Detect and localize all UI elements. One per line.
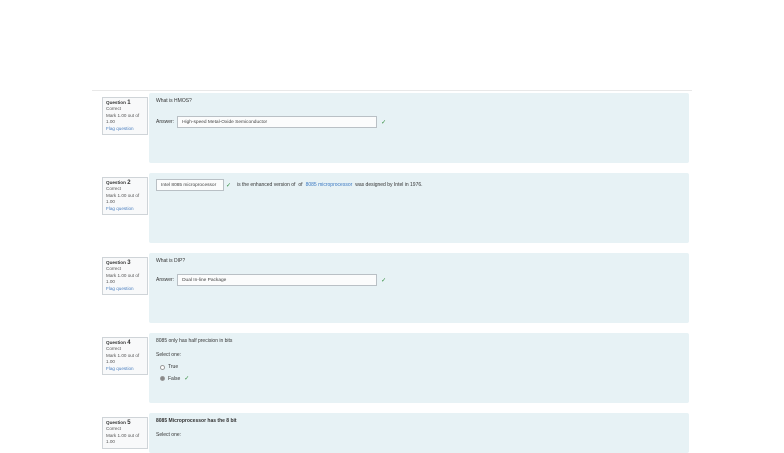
question-mark: Mark 1.00 out of 1.00 xyxy=(106,432,140,445)
question-info-3: Question 3 Correct Mark 1.00 out of 1.00… xyxy=(102,257,148,296)
question-1: Question 1 Correct Mark 1.00 out of 1.00… xyxy=(92,93,692,165)
question-content-4: 8085 only has half precision in bits Sel… xyxy=(149,333,689,403)
flag-question-link[interactable]: Flag question xyxy=(106,126,144,132)
correct-check-icon: ✓ xyxy=(381,119,387,126)
question-prompt: 8085 only has half precision in bits xyxy=(156,338,233,344)
select-one-label: Select one: xyxy=(156,352,182,358)
correct-check-icon: ✓ xyxy=(226,182,232,189)
flag-question-link[interactable]: Flag question xyxy=(106,286,144,292)
answer-input[interactable]: High-speed Metal-Oxide Semiconductor xyxy=(177,116,378,128)
quiz-review-page: Question 1 Correct Mark 1.00 out of 1.00… xyxy=(92,90,692,453)
question-info-1: Question 1 Correct Mark 1.00 out of 1.00… xyxy=(102,97,148,136)
option-true[interactable]: True xyxy=(160,364,178,370)
question-5: Question 5 Correct Mark 1.00 out of 1.00… xyxy=(92,413,692,453)
answer-label: Answer: xyxy=(156,277,175,283)
question-2: Question 2 Correct Mark 1.00 out of 1.00… xyxy=(92,173,692,245)
option-false[interactable]: False ✓ xyxy=(160,375,189,382)
question-info-5: Question 5 Correct Mark 1.00 out of 1.00 xyxy=(102,417,148,449)
radio-true[interactable] xyxy=(160,364,165,370)
question-4: Question 4 Correct Mark 1.00 out of 1.00… xyxy=(92,333,692,405)
question-content-1: What is HMOS? Answer: High-speed Metal-O… xyxy=(149,93,689,163)
question-prompt: What is DIP? xyxy=(156,258,186,264)
correct-check-icon: ✓ xyxy=(381,277,387,284)
choice-select[interactable]: Intel 8085 microprocessor xyxy=(156,179,224,191)
flag-question-link[interactable]: Flag question xyxy=(106,206,144,212)
flag-question-link[interactable]: Flag question xyxy=(106,366,144,372)
question-info-2: Question 2 Correct Mark 1.00 out of 1.00… xyxy=(102,177,148,216)
microprocessor-link[interactable]: 8085 microprocessor xyxy=(306,182,353,188)
correct-check-icon: ✓ xyxy=(184,376,190,382)
question-mark: Mark 1.00 out of 1.00 xyxy=(106,192,140,205)
question-prompt: What is HMOS? xyxy=(156,98,192,104)
question-content-2: Intel 8085 microprocessor ✓ is the enhan… xyxy=(149,173,689,243)
answer-label: Answer: xyxy=(156,119,175,125)
question-mark: Mark 1.00 out of 1.00 xyxy=(106,352,140,365)
answer-input[interactable]: Dual In-line Package xyxy=(177,274,378,286)
question-prompt: 8085 Microprocessor has the 8 bit xyxy=(156,418,237,424)
question-mark: Mark 1.00 out of 1.00 xyxy=(106,272,140,285)
radio-false[interactable] xyxy=(160,376,165,381)
question-content-5: 8085 Microprocessor has the 8 bit Select… xyxy=(149,413,689,453)
question-info-4: Question 4 Correct Mark 1.00 out of 1.00… xyxy=(102,337,148,376)
select-one-label: Select one: xyxy=(156,432,182,438)
question-3: Question 3 Correct Mark 1.00 out of 1.00… xyxy=(92,253,692,325)
question-content-3: What is DIP? Answer: Dual In-line Packag… xyxy=(149,253,689,323)
question-mark: Mark 1.00 out of 1.00 xyxy=(106,112,140,125)
